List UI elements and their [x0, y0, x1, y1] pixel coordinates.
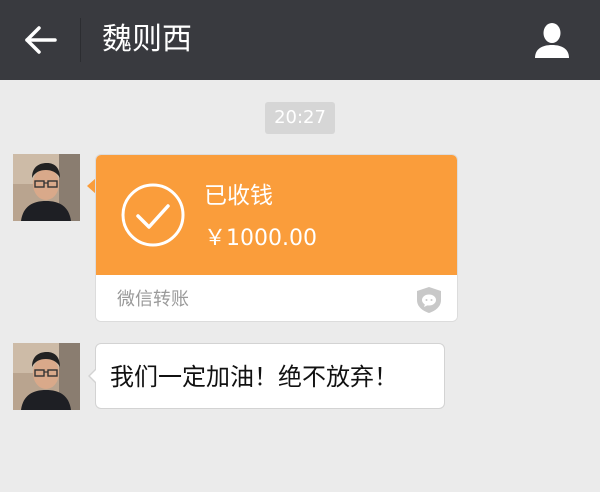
text-bubble-tail-inner	[90, 369, 97, 383]
header-divider	[80, 18, 81, 62]
check-circle-icon	[121, 183, 185, 247]
contact-avatar[interactable]	[13, 154, 80, 221]
transfer-status: 已收钱	[204, 183, 273, 209]
wechat-shield-icon	[417, 287, 441, 313]
transfer-footer: 微信转账	[96, 275, 457, 321]
chat-header: 魏则西	[0, 0, 600, 80]
message-text: 我们一定加油！绝不放弃！	[110, 363, 398, 391]
text-message-bubble[interactable]: 我们一定加油！绝不放弃！	[95, 343, 445, 409]
arrow-left-icon	[25, 26, 57, 54]
contact-avatar[interactable]	[13, 343, 80, 410]
chat-info-button[interactable]	[530, 20, 574, 60]
transfer-message[interactable]: 已收钱 ￥1000.00 微信转账	[95, 154, 458, 322]
message-timestamp: 20:27	[265, 102, 335, 134]
transfer-header: 已收钱 ￥1000.00	[96, 155, 457, 275]
transfer-amount: ￥1000.00	[204, 226, 317, 251]
chat-title: 魏则西	[102, 22, 192, 57]
back-button[interactable]	[14, 18, 66, 62]
transfer-label: 微信转账	[117, 289, 189, 310]
person-icon	[535, 23, 569, 58]
